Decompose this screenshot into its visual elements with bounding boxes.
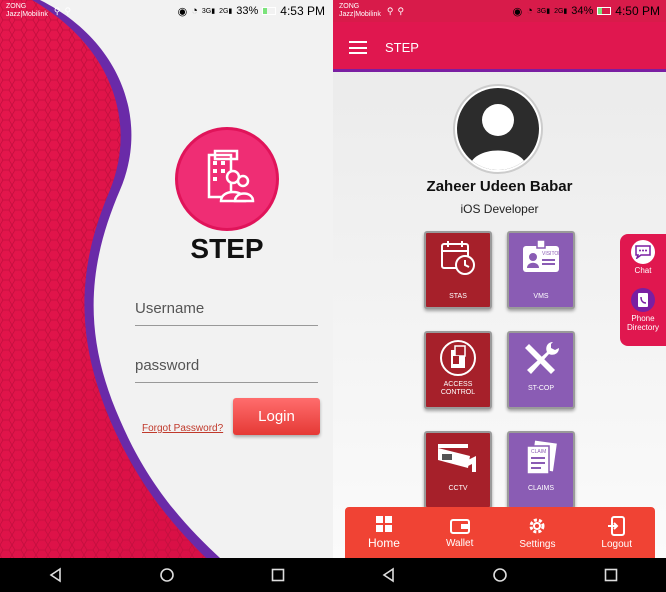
user-silhouette-icon xyxy=(469,104,527,170)
tile-label: VMS xyxy=(533,293,549,300)
recents-button[interactable] xyxy=(591,558,631,592)
status-bar: ZONG Jazz|Mobilink ⚲ ⚲ xyxy=(0,0,333,22)
username-input[interactable] xyxy=(135,292,318,326)
side-quick-panel: Chat Phone Directory xyxy=(620,234,666,346)
battery-icon xyxy=(597,7,612,15)
logout-icon xyxy=(607,515,625,536)
svg-text:CLAIM: CLAIM xyxy=(531,449,546,455)
wifi-icon: ◔ xyxy=(526,5,533,17)
home-grid-icon xyxy=(375,516,392,532)
background-wave xyxy=(0,0,220,558)
tile-claims[interactable]: CLAIM CLAIMS xyxy=(507,431,575,509)
usb-icon-2: ⚲ xyxy=(64,5,72,16)
chat-icon xyxy=(635,245,651,259)
recents-button[interactable] xyxy=(258,558,298,592)
app-toolbar: STEP xyxy=(333,22,666,72)
user-role: iOS Developer xyxy=(460,202,539,216)
nav-label: Home xyxy=(367,536,400,550)
nav-label: Logout xyxy=(601,538,632,550)
login-screen: ZONG Jazz|Mobilink ⚲ ⚲ ◉ ◔ 3G▮ 2G▮ 33% 4… xyxy=(0,0,333,558)
tools-icon xyxy=(525,342,559,374)
quick-phone-directory[interactable]: Phone Directory xyxy=(620,288,666,332)
tile-st-cop[interactable]: ST-COP xyxy=(507,331,575,409)
building-people-icon xyxy=(207,149,255,203)
back-button[interactable] xyxy=(36,558,76,592)
home-circle-icon xyxy=(492,568,507,582)
back-triangle-icon xyxy=(49,567,61,583)
status-right: ◉ ◔ 3G▮ 2G▮ 34% 4:50 PM xyxy=(513,0,660,22)
signal-icon: 3G▮ xyxy=(536,8,551,15)
tile-stas[interactable]: STAS xyxy=(424,231,492,309)
home-button[interactable] xyxy=(147,558,187,592)
system-nav-bar-left xyxy=(0,558,333,592)
quick-phone-label: Phone Directory xyxy=(626,314,659,332)
usb-icon: ⚲ xyxy=(53,5,61,16)
home-button[interactable] xyxy=(480,558,520,592)
tile-cctv[interactable]: CCTV xyxy=(424,431,492,509)
dashboard-screen: ZONG Jazz|Mobilink ⚲ ⚲ ◉ ◔ 3G▮ 2G▮ 34% 4… xyxy=(333,0,666,558)
svg-text:VISITOR: VISITOR xyxy=(542,251,562,257)
battery-percent: 34% xyxy=(571,5,594,17)
nav-label: Wallet xyxy=(445,537,474,549)
tile-label: STAS xyxy=(449,293,467,300)
settings-gear-icon xyxy=(529,518,545,533)
password-input[interactable] xyxy=(135,349,318,383)
visitor-badge-icon: VISITOR xyxy=(523,239,562,272)
login-button[interactable]: Login xyxy=(233,398,320,435)
carrier-1: ZONG xyxy=(339,3,360,10)
app-title: STEP xyxy=(190,233,264,264)
cctv-camera-icon xyxy=(438,444,476,472)
toolbar-title: STEP xyxy=(385,40,419,55)
door-access-icon xyxy=(440,340,476,376)
usb-icon: ⚲ xyxy=(386,5,394,16)
tile-vms[interactable]: VISITOR VMS xyxy=(507,231,575,309)
carrier-1: ZONG xyxy=(6,3,27,10)
claim-documents-icon: CLAIM xyxy=(526,440,557,475)
back-triangle-icon xyxy=(382,567,394,583)
nav-home[interactable]: Home xyxy=(368,515,400,550)
quick-chat-label: Chat xyxy=(634,266,652,275)
tile-label: CLAIMS xyxy=(527,485,555,492)
tile-label: CCTV xyxy=(448,485,468,492)
nav-label: Settings xyxy=(519,538,556,550)
status-time: 4:50 PM xyxy=(615,4,660,18)
quick-chat[interactable]: Chat xyxy=(620,240,666,275)
carrier-2: Jazz|Mobilink xyxy=(6,11,48,18)
bottom-navigation: Home Wallet Settings Logout xyxy=(345,507,655,558)
back-button[interactable] xyxy=(369,558,409,592)
carrier-info: ZONG Jazz|Mobilink xyxy=(339,3,381,19)
carrier-info: ZONG Jazz|Mobilink xyxy=(6,3,48,19)
system-nav-bar-right xyxy=(333,558,666,592)
app-comparison: ZONG Jazz|Mobilink ⚲ ⚲ ◉ ◔ 3G▮ 2G▮ 33% 4… xyxy=(0,0,666,592)
usb-icon-2: ⚲ xyxy=(397,5,405,16)
forgot-password-link[interactable]: Forgot Password? xyxy=(142,423,223,434)
eye-icon: ◉ xyxy=(512,5,523,18)
recents-square-icon xyxy=(604,568,617,582)
calendar-clock-icon xyxy=(441,241,475,275)
menu-icon[interactable] xyxy=(349,41,367,54)
recents-square-icon xyxy=(271,568,284,582)
tile-label: ST-COP xyxy=(527,385,555,392)
carrier-2: Jazz|Mobilink xyxy=(339,11,381,18)
nav-settings[interactable]: Settings xyxy=(519,516,555,550)
signal-icon-2: 2G▮ xyxy=(554,8,568,15)
user-name: Zaheer Udeen Babar xyxy=(426,178,573,195)
home-circle-icon xyxy=(159,568,174,582)
tile-label: ACCESS CONTROL xyxy=(440,381,476,396)
tile-access-control[interactable]: ACCESS CONTROL xyxy=(424,331,492,409)
app-logo xyxy=(175,127,279,231)
wallet-icon xyxy=(449,518,470,534)
nav-logout[interactable]: Logout xyxy=(601,515,632,550)
phone-directory-icon xyxy=(638,293,648,307)
nav-wallet[interactable]: Wallet xyxy=(446,517,473,549)
avatar[interactable] xyxy=(453,84,543,174)
